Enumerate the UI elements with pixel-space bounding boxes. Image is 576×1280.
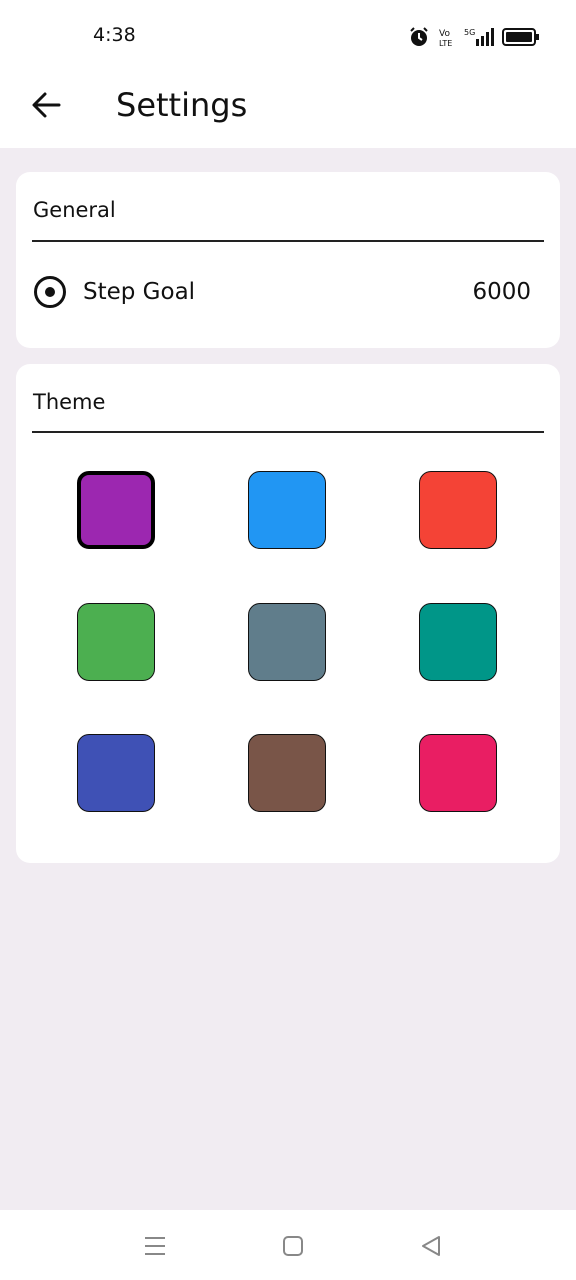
theme-swatch-blue-grey[interactable] — [248, 603, 326, 681]
home-button[interactable] — [279, 1232, 307, 1260]
system-nav-bar — [0, 1210, 576, 1280]
menu-button[interactable] — [141, 1232, 169, 1260]
theme-header: Theme — [33, 390, 106, 414]
theme-swatch-teal[interactable] — [419, 603, 497, 681]
theme-swatch-blue[interactable] — [248, 471, 326, 549]
back-nav-button[interactable] — [417, 1232, 445, 1260]
svg-text:Vo: Vo — [439, 29, 450, 39]
app-bar: Settings — [0, 72, 576, 148]
alarm-icon — [410, 27, 428, 46]
page-title: Settings — [116, 86, 248, 124]
svg-text:5G: 5G — [464, 28, 475, 37]
theme-card: Theme — [16, 364, 560, 863]
volte-icon: Vo LTE — [439, 29, 452, 47]
battery-icon — [502, 28, 539, 46]
general-card: General Step Goal 6000 — [16, 172, 560, 348]
arrow-left-icon — [32, 92, 61, 118]
back-button[interactable] — [30, 89, 62, 121]
theme-swatch-red[interactable] — [419, 471, 497, 549]
step-goal-label: Step Goal — [83, 279, 196, 305]
theme-swatch-brown[interactable] — [248, 734, 326, 812]
theme-swatch-green[interactable] — [77, 603, 155, 681]
status-time: 4:38 — [93, 24, 136, 46]
radio-target-icon — [33, 275, 67, 309]
5g-signal-icon: 5G — [464, 28, 494, 46]
theme-swatch-purple[interactable] — [77, 471, 155, 549]
status-icons: Vo LTE 5G — [408, 26, 540, 48]
theme-swatch-pink[interactable] — [419, 734, 497, 812]
theme-divider — [32, 431, 544, 433]
back-triangle-icon — [422, 1236, 440, 1256]
general-header: General — [33, 198, 116, 222]
general-divider — [32, 240, 544, 242]
theme-swatch-indigo[interactable] — [77, 734, 155, 812]
menu-icon — [145, 1237, 165, 1255]
home-square-icon — [283, 1236, 303, 1256]
status-bar: 4:38 Vo LTE 5G — [0, 0, 576, 72]
step-goal-row[interactable]: Step Goal 6000 — [33, 272, 543, 312]
step-goal-value: 6000 — [472, 279, 531, 305]
svg-text:LTE: LTE — [439, 39, 452, 47]
